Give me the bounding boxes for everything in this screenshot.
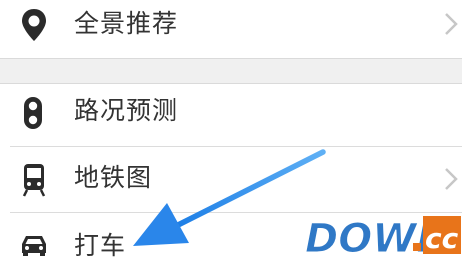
svg-text:cc: cc <box>425 222 459 255</box>
chevron-right-icon <box>444 12 458 36</box>
watermark-logo: DOWN cc <box>305 216 461 260</box>
taxi-car-icon <box>20 233 48 260</box>
menu-item-label: 路况预测 <box>74 96 179 125</box>
traffic-light-icon <box>22 96 50 130</box>
app-screen: 全景推荐 路况预测 地铁图 打车 DOWN cc <box>0 0 462 260</box>
menu-item-traffic-forecast[interactable]: 路况预测 <box>0 84 462 145</box>
menu-item-label: 全景推荐 <box>74 9 179 38</box>
chevron-right-icon <box>444 167 458 191</box>
section-divider <box>0 58 462 84</box>
menu-item-panorama[interactable]: 全景推荐 <box>0 0 462 58</box>
menu-item-label: 打车 <box>74 231 127 260</box>
location-pin-icon <box>20 8 48 42</box>
menu-item-subway-map[interactable]: 地铁图 <box>0 147 462 211</box>
subway-icon <box>21 163 49 197</box>
menu-item-label: 地铁图 <box>74 163 153 192</box>
